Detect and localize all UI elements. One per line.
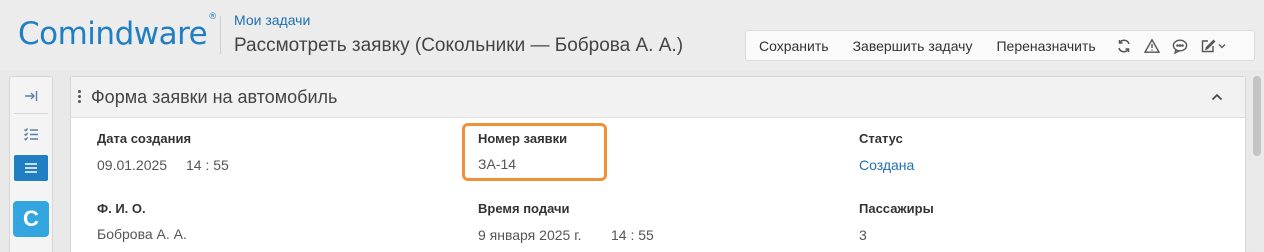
chevron-down-icon[interactable] [1217, 38, 1227, 54]
fio-label: Ф. И. О. [97, 201, 146, 216]
page-title: Рассмотреть заявку (Сокольники — Боброва… [234, 35, 684, 56]
task-toolbar: Сохранить Завершить задачу Переназначить [745, 30, 1255, 61]
comindware-logo[interactable]: Comindware® [18, 12, 217, 52]
form-panel: Форма заявки на автомобиль [70, 76, 1246, 252]
submit-date-value: 9 января 2025 г. [478, 227, 582, 243]
passengers-label: Пассажиры [859, 201, 934, 216]
sidebar-divider [14, 113, 48, 114]
app-header: Comindware® Мои задачи Рассмотреть заявк… [0, 0, 1264, 70]
status-label: Статус [859, 131, 903, 146]
fio-value: Боброва А. А. [97, 226, 187, 242]
created-date-label: Дата создания [97, 131, 192, 146]
save-button[interactable]: Сохранить [746, 38, 841, 54]
vertical-scrollbar[interactable] [1250, 76, 1264, 251]
submit-time-value: 14 : 55 [611, 227, 654, 243]
comment-icon[interactable] [1172, 38, 1188, 54]
request-number-highlight [462, 123, 607, 181]
submit-time-label: Время подачи [478, 201, 570, 216]
chevron-up-icon[interactable] [1209, 89, 1225, 105]
complete-task-button[interactable]: Завершить задачу [841, 38, 985, 54]
created-date-value: 09.01.2025 [97, 157, 168, 173]
refresh-icon[interactable] [1116, 38, 1132, 54]
app-c-icon[interactable]: C [13, 201, 49, 237]
created-time-value: 14 : 55 [186, 157, 229, 173]
form-panel-header: Форма заявки на автомобиль [71, 77, 1245, 118]
warning-icon[interactable] [1143, 37, 1160, 54]
breadcrumb-my-tasks[interactable]: Мои задачи [234, 12, 310, 28]
collapse-sidebar-icon[interactable] [14, 83, 48, 109]
header-divider [220, 16, 221, 54]
checklist-icon[interactable] [14, 121, 48, 147]
passengers-value: 3 [859, 227, 867, 243]
status-value[interactable]: Создана [859, 157, 914, 173]
form-title: Форма заявки на автомобиль [91, 87, 338, 107]
edit-icon[interactable] [1200, 38, 1216, 54]
form-list-icon[interactable] [14, 155, 48, 181]
scrollbar-thumb[interactable] [1253, 76, 1261, 156]
drag-handle-icon[interactable] [78, 90, 82, 106]
reassign-button[interactable]: Переназначить [984, 38, 1107, 54]
left-sidebar: C [9, 76, 53, 252]
